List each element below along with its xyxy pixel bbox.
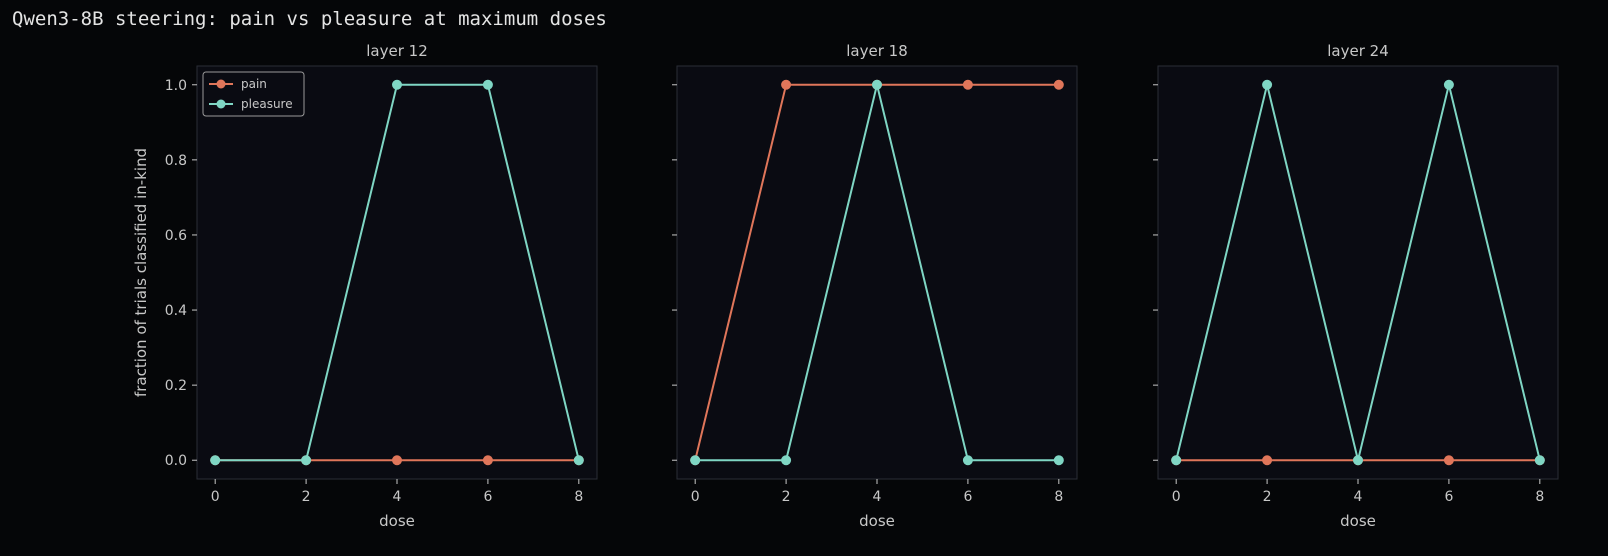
y-tick-label: 0.6 <box>165 228 187 244</box>
data-point-pleasure <box>1053 455 1064 466</box>
x-tick-label: 0 <box>211 489 220 505</box>
panel-title: layer 24 <box>1327 42 1389 60</box>
panel-3: layer 24 0 2 4 6 8 dose <box>1153 42 1559 530</box>
plot-area <box>1157 65 1559 480</box>
data-point-pleasure <box>781 455 792 466</box>
data-point-pleasure <box>872 79 882 90</box>
y-axis-label: fraction of trials classified in-kind <box>132 148 150 397</box>
data-point-pleasure <box>690 455 701 466</box>
data-point-pleasure <box>573 455 584 466</box>
figure: Qwen3-8B steering: pain vs pleasure at m… <box>0 0 1608 556</box>
x-tick-label: 6 <box>963 489 972 505</box>
data-point-pleasure <box>962 455 973 466</box>
data-point-pain <box>1262 455 1273 466</box>
data-point-pleasure <box>482 79 493 90</box>
data-point-pleasure <box>1171 455 1182 466</box>
y-tick-label: 0.8 <box>165 153 187 169</box>
x-tick-label: 6 <box>1444 489 1453 505</box>
x-axis-label: dose <box>1340 512 1376 530</box>
x-tick-label: 8 <box>1535 489 1544 505</box>
data-point-pain <box>781 79 792 90</box>
x-tick-label: 2 <box>782 489 791 505</box>
data-point-pleasure <box>301 455 312 466</box>
x-tick-label: 2 <box>302 489 311 505</box>
x-tick-label: 8 <box>574 489 583 505</box>
legend-label-pleasure: pleasure <box>241 97 293 111</box>
y-tick-label: 0.4 <box>165 303 187 319</box>
data-point-pleasure <box>392 79 402 90</box>
x-tick-label: 4 <box>1354 489 1363 505</box>
data-point-pain <box>482 455 493 466</box>
legend: pain pleasure <box>202 71 305 117</box>
plot-area <box>196 65 598 480</box>
data-point-pleasure <box>1534 455 1545 466</box>
x-tick-label: 0 <box>1172 489 1181 505</box>
data-point-pain <box>1443 455 1454 466</box>
y-tick-label: 1.0 <box>165 78 187 94</box>
y-tick-label: 0.2 <box>165 378 187 394</box>
panel-1: layer 12 0 2 4 6 8 0.0 0.2 0.4 0.6 0.8 1.0 dose fract… <box>132 42 598 530</box>
panel-2: layer 18 0 2 4 6 8 dose <box>672 42 1078 530</box>
chart-canvas: layer 12 0 2 4 6 8 0.0 0.2 0.4 0.6 0.8 1.0 dose fract… <box>132 42 1559 530</box>
legend-marker-pleasure <box>216 99 226 109</box>
plot-area <box>676 65 1078 480</box>
x-axis-label: dose <box>379 512 415 530</box>
x-tick-label: 0 <box>691 489 700 505</box>
x-tick-label: 4 <box>873 489 882 505</box>
data-point-pleasure <box>1443 79 1454 90</box>
legend-label-pain: pain <box>241 77 267 91</box>
data-point-pleasure <box>1262 79 1273 90</box>
x-tick-label: 2 <box>1263 489 1272 505</box>
data-point-pleasure <box>1353 455 1363 466</box>
x-tick-label: 6 <box>483 489 492 505</box>
data-point-pain <box>1053 79 1064 90</box>
x-tick-label: 8 <box>1054 489 1063 505</box>
data-point-pain <box>962 79 973 90</box>
x-tick-label: 4 <box>393 489 402 505</box>
data-point-pleasure <box>210 455 221 466</box>
x-axis-label: dose <box>859 512 895 530</box>
data-point-pain <box>392 455 402 466</box>
legend-marker-pain <box>216 79 226 89</box>
panel-title: layer 18 <box>846 42 908 60</box>
panel-title: layer 12 <box>366 42 428 60</box>
y-tick-label: 0.0 <box>165 453 187 469</box>
